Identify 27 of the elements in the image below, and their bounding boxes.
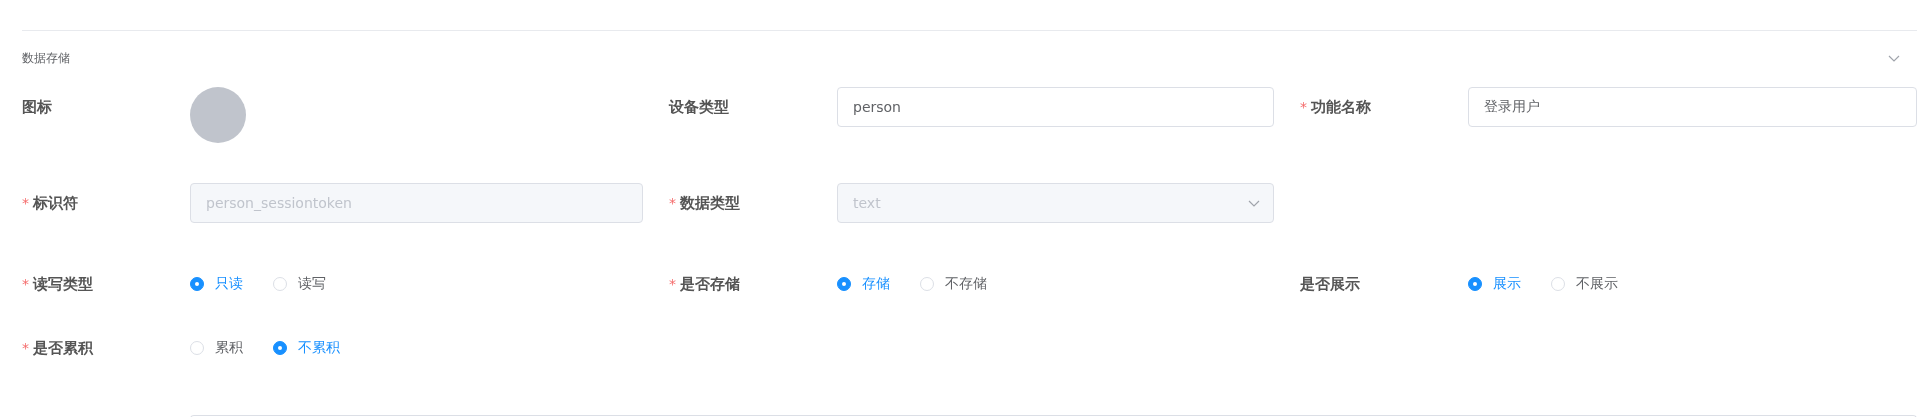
required-mark: *	[22, 276, 29, 292]
field-label: 是否展示	[1300, 274, 1360, 294]
field-label: 图标	[22, 97, 52, 117]
input-field[interactable]: person	[837, 87, 1274, 127]
radio-option[interactable]: 展示	[1468, 275, 1521, 293]
field-label: 读写类型	[33, 274, 93, 294]
input-field[interactable]: 登录用户	[1468, 87, 1917, 127]
radio-option[interactable]: 不展示	[1551, 275, 1618, 293]
section-title: 数据存储	[22, 49, 70, 67]
field-label: 标识符	[33, 193, 78, 213]
field-label: 数据类型	[680, 193, 740, 213]
required-mark: *	[669, 195, 676, 211]
radio-option[interactable]: 只读	[190, 275, 243, 293]
field-label: 是否累积	[33, 338, 93, 358]
field-label: 功能名称	[1311, 97, 1371, 117]
required-mark: *	[669, 276, 676, 292]
required-mark: *	[22, 195, 29, 211]
radio-option[interactable]: 读写	[273, 275, 326, 293]
radio-option[interactable]: 存储	[837, 275, 890, 293]
avatar	[190, 87, 246, 143]
radio-option[interactable]: 不存储	[920, 275, 987, 293]
field-label: 设备类型	[669, 97, 729, 117]
field-label: 是否存储	[680, 274, 740, 294]
required-mark: *	[1300, 99, 1307, 115]
radio-option[interactable]: 累积	[190, 339, 243, 357]
radio-option[interactable]: 不累积	[273, 339, 340, 357]
required-mark: *	[22, 340, 29, 356]
